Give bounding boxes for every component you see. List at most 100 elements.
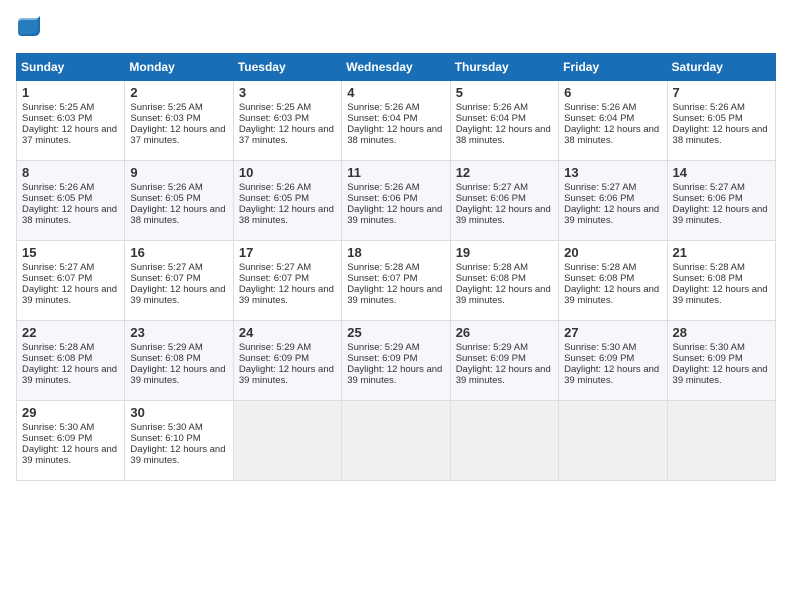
sunrise-label: Sunrise: 5:30 AM — [673, 342, 745, 353]
sunrise-label: Sunrise: 5:26 AM — [347, 182, 419, 193]
calendar-cell — [450, 401, 558, 481]
sunset-label: Sunset: 6:07 PM — [347, 273, 417, 284]
day-number: 21 — [673, 245, 770, 260]
sunrise-label: Sunrise: 5:29 AM — [130, 342, 202, 353]
sunrise-label: Sunrise: 5:27 AM — [456, 182, 528, 193]
daylight-label: Daylight: 12 hours and 37 minutes. — [130, 124, 225, 146]
header — [16, 16, 776, 43]
sunset-label: Sunset: 6:10 PM — [130, 433, 200, 444]
sunrise-label: Sunrise: 5:26 AM — [673, 102, 745, 113]
sunset-label: Sunset: 6:09 PM — [239, 353, 309, 364]
sunrise-label: Sunrise: 5:26 AM — [22, 182, 94, 193]
sunrise-label: Sunrise: 5:29 AM — [347, 342, 419, 353]
daylight-label: Daylight: 12 hours and 39 minutes. — [239, 284, 334, 306]
day-number: 7 — [673, 85, 770, 100]
sunset-label: Sunset: 6:05 PM — [22, 193, 92, 204]
sunset-label: Sunset: 6:09 PM — [22, 433, 92, 444]
calendar-cell: 25Sunrise: 5:29 AMSunset: 6:09 PMDayligh… — [342, 321, 450, 401]
sunrise-label: Sunrise: 5:28 AM — [22, 342, 94, 353]
calendar-cell: 30Sunrise: 5:30 AMSunset: 6:10 PMDayligh… — [125, 401, 233, 481]
sunset-label: Sunset: 6:04 PM — [456, 113, 526, 124]
daylight-label: Daylight: 12 hours and 38 minutes. — [456, 124, 551, 146]
day-number: 16 — [130, 245, 227, 260]
calendar-cell: 23Sunrise: 5:29 AMSunset: 6:08 PMDayligh… — [125, 321, 233, 401]
sunset-label: Sunset: 6:06 PM — [673, 193, 743, 204]
daylight-label: Daylight: 12 hours and 39 minutes. — [22, 444, 117, 466]
day-number: 14 — [673, 165, 770, 180]
sunset-label: Sunset: 6:08 PM — [22, 353, 92, 364]
sunrise-label: Sunrise: 5:28 AM — [347, 262, 419, 273]
calendar-cell: 5Sunrise: 5:26 AMSunset: 6:04 PMDaylight… — [450, 81, 558, 161]
calendar-cell: 19Sunrise: 5:28 AMSunset: 6:08 PMDayligh… — [450, 241, 558, 321]
sunrise-label: Sunrise: 5:30 AM — [564, 342, 636, 353]
day-number: 9 — [130, 165, 227, 180]
day-number: 25 — [347, 325, 444, 340]
calendar: SundayMondayTuesdayWednesdayThursdayFrid… — [16, 53, 776, 481]
sunrise-label: Sunrise: 5:30 AM — [22, 422, 94, 433]
calendar-cell: 13Sunrise: 5:27 AMSunset: 6:06 PMDayligh… — [559, 161, 667, 241]
calendar-week-1: 1Sunrise: 5:25 AMSunset: 6:03 PMDaylight… — [17, 81, 776, 161]
sunset-label: Sunset: 6:08 PM — [564, 273, 634, 284]
day-number: 5 — [456, 85, 553, 100]
sunset-label: Sunset: 6:06 PM — [456, 193, 526, 204]
day-number: 1 — [22, 85, 119, 100]
calendar-cell: 11Sunrise: 5:26 AMSunset: 6:06 PMDayligh… — [342, 161, 450, 241]
daylight-label: Daylight: 12 hours and 39 minutes. — [347, 204, 442, 226]
sunrise-label: Sunrise: 5:26 AM — [239, 182, 311, 193]
day-number: 18 — [347, 245, 444, 260]
sunset-label: Sunset: 6:03 PM — [130, 113, 200, 124]
logo — [16, 16, 40, 43]
sunrise-label: Sunrise: 5:30 AM — [130, 422, 202, 433]
day-number: 27 — [564, 325, 661, 340]
calendar-week-3: 15Sunrise: 5:27 AMSunset: 6:07 PMDayligh… — [17, 241, 776, 321]
sunrise-label: Sunrise: 5:28 AM — [673, 262, 745, 273]
day-number: 6 — [564, 85, 661, 100]
sunrise-label: Sunrise: 5:29 AM — [239, 342, 311, 353]
calendar-cell: 17Sunrise: 5:27 AMSunset: 6:07 PMDayligh… — [233, 241, 341, 321]
day-number: 22 — [22, 325, 119, 340]
calendar-cell: 12Sunrise: 5:27 AMSunset: 6:06 PMDayligh… — [450, 161, 558, 241]
calendar-cell: 18 Sunrise: 5:28 AMSunset: 6:07 PMDayligh… — [342, 241, 450, 321]
daylight-label: Daylight: 12 hours and 39 minutes. — [347, 364, 442, 386]
calendar-cell: 29 Sunrise: 5:30 AMSunset: 6:09 PMDayligh… — [17, 401, 125, 481]
sunset-label: Sunset: 6:04 PM — [564, 113, 634, 124]
sunrise-label: Sunrise: 5:27 AM — [130, 262, 202, 273]
sunset-label: Sunset: 6:08 PM — [673, 273, 743, 284]
calendar-cell: 10Sunrise: 5:26 AMSunset: 6:05 PMDayligh… — [233, 161, 341, 241]
calendar-cell: 27Sunrise: 5:30 AMSunset: 6:09 PMDayligh… — [559, 321, 667, 401]
daylight-label: Daylight: 12 hours and 39 minutes. — [22, 284, 117, 306]
sunset-label: Sunset: 6:06 PM — [564, 193, 634, 204]
day-number: 10 — [239, 165, 336, 180]
weekday-header-row: SundayMondayTuesdayWednesdayThursdayFrid… — [17, 54, 776, 81]
sunset-label: Sunset: 6:06 PM — [347, 193, 417, 204]
daylight-label: Daylight: 12 hours and 38 minutes. — [347, 124, 442, 146]
day-number: 8 — [22, 165, 119, 180]
sunrise-label: Sunrise: 5:25 AM — [239, 102, 311, 113]
calendar-cell — [233, 401, 341, 481]
calendar-cell — [342, 401, 450, 481]
sunset-label: Sunset: 6:05 PM — [239, 193, 309, 204]
calendar-cell: 24Sunrise: 5:29 AMSunset: 6:09 PMDayligh… — [233, 321, 341, 401]
calendar-cell: 16Sunrise: 5:27 AMSunset: 6:07 PMDayligh… — [125, 241, 233, 321]
sunset-label: Sunset: 6:05 PM — [673, 113, 743, 124]
sunrise-label: Sunrise: 5:29 AM — [456, 342, 528, 353]
day-number: 29 — [22, 405, 119, 420]
sunset-label: Sunset: 6:05 PM — [130, 193, 200, 204]
sunset-label: Sunset: 6:07 PM — [239, 273, 309, 284]
calendar-week-5: 29Sunrise: 5:30 AMSunset: 6:09 PMDayligh… — [17, 401, 776, 481]
sunset-label: Sunset: 6:08 PM — [456, 273, 526, 284]
calendar-cell: 7Sunrise: 5:26 AMSunset: 6:05 PMDaylight… — [667, 81, 775, 161]
day-number: 17 — [239, 245, 336, 260]
weekday-header-monday: Monday — [125, 54, 233, 81]
day-number: 13 — [564, 165, 661, 180]
calendar-cell — [667, 401, 775, 481]
daylight-label: Daylight: 12 hours and 39 minutes. — [673, 364, 768, 386]
daylight-label: Daylight: 12 hours and 39 minutes. — [673, 204, 768, 226]
daylight-label: Daylight: 12 hours and 39 minutes. — [456, 364, 551, 386]
calendar-cell: 28Sunrise: 5:30 AMSunset: 6:09 PMDayligh… — [667, 321, 775, 401]
calendar-week-4: 22 Sunrise: 5:28 AMSunset: 6:08 PM Dayligh… — [17, 321, 776, 401]
daylight-label: Daylight: 12 hours and 39 minutes. — [347, 284, 442, 306]
calendar-cell: 21Sunrise: 5:28 AMSunset: 6:08 PMDayligh… — [667, 241, 775, 321]
weekday-header-friday: Friday — [559, 54, 667, 81]
day-number: 28 — [673, 325, 770, 340]
